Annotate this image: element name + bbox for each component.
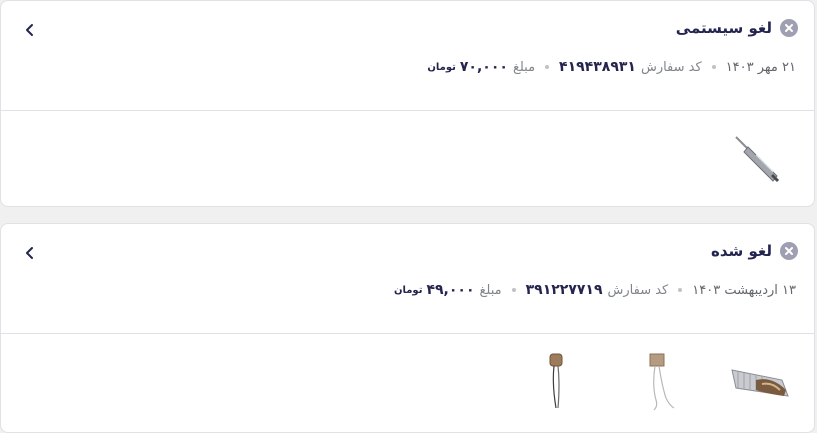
order-meta: ۱۳ اردیبهشت ۱۴۰۳ کد سفارش ۳۹۱۲۲۷۷۱۹ مبلغ… (394, 282, 796, 298)
separator-dot (711, 65, 716, 69)
order-code-label: کد سفارش (607, 282, 669, 298)
chevron-left-icon[interactable] (19, 19, 41, 41)
order-date: ۲۱ مهر ۱۴۰۳ (725, 59, 796, 75)
order-meta: ۲۱ مهر ۱۴۰۳ کد سفارش ۴۱۹۴۳۸۹۳۱ مبلغ ۷۰,۰… (427, 59, 796, 75)
close-circle-icon (780, 242, 798, 260)
order-header: لغو شده ۱۳ اردیبهشت ۱۴۰۳ کد سفارش ۳۹۱۲۲۷… (1, 224, 814, 334)
order-products (1, 334, 814, 430)
order-header: لغو سیستمی ۲۱ مهر ۱۴۰۳ کد سفارش ۴۱۹۴۳۸۹۳… (1, 1, 814, 111)
order-amount: ۷۰,۰۰۰ (459, 59, 508, 75)
order-code-label: کد سفارش (640, 59, 702, 75)
close-circle-icon (780, 19, 798, 37)
currency-label: تومان (427, 61, 456, 73)
order-amount: ۴۹,۰۰۰ (426, 282, 475, 298)
separator-dot (678, 288, 683, 292)
order-amount-label: مبلغ (479, 282, 502, 298)
chevron-left-icon[interactable] (19, 242, 41, 264)
product-thumbnail[interactable] (728, 350, 790, 412)
separator-dot (511, 288, 516, 292)
order-status: لغو شده (711, 242, 798, 260)
capacitor-image (549, 353, 563, 409)
order-code: ۴۱۹۴۳۸۹۳۱ (559, 59, 636, 75)
order-status-label: لغو سیستمی (675, 19, 772, 37)
currency-label: تومان (393, 284, 423, 296)
heatsink-image (731, 369, 789, 397)
product-thumbnail[interactable] (526, 350, 588, 412)
order-card[interactable]: لغو سیستمی ۲۱ مهر ۱۴۰۳ کد سفارش ۴۱۹۴۳۸۹۳… (0, 0, 815, 207)
order-date: ۱۳ اردیبهشت ۱۴۰۳ (692, 282, 796, 298)
order-code: ۳۹۱۲۲۷۷۱۹ (525, 282, 603, 298)
order-card[interactable]: لغو شده ۱۳ اردیبهشت ۱۴۰۳ کد سفارش ۳۹۱۲۲۷… (0, 223, 815, 433)
product-thumbnail[interactable] (726, 127, 788, 189)
sensor-image (649, 353, 675, 411)
separator-dot (545, 65, 550, 69)
order-status-label: لغو شده (711, 242, 772, 260)
soldering-pen-image (735, 136, 780, 183)
product-thumbnail[interactable] (628, 350, 690, 412)
order-products (1, 111, 814, 207)
order-status: لغو سیستمی (676, 19, 798, 37)
order-amount-label: مبلغ (512, 59, 536, 75)
